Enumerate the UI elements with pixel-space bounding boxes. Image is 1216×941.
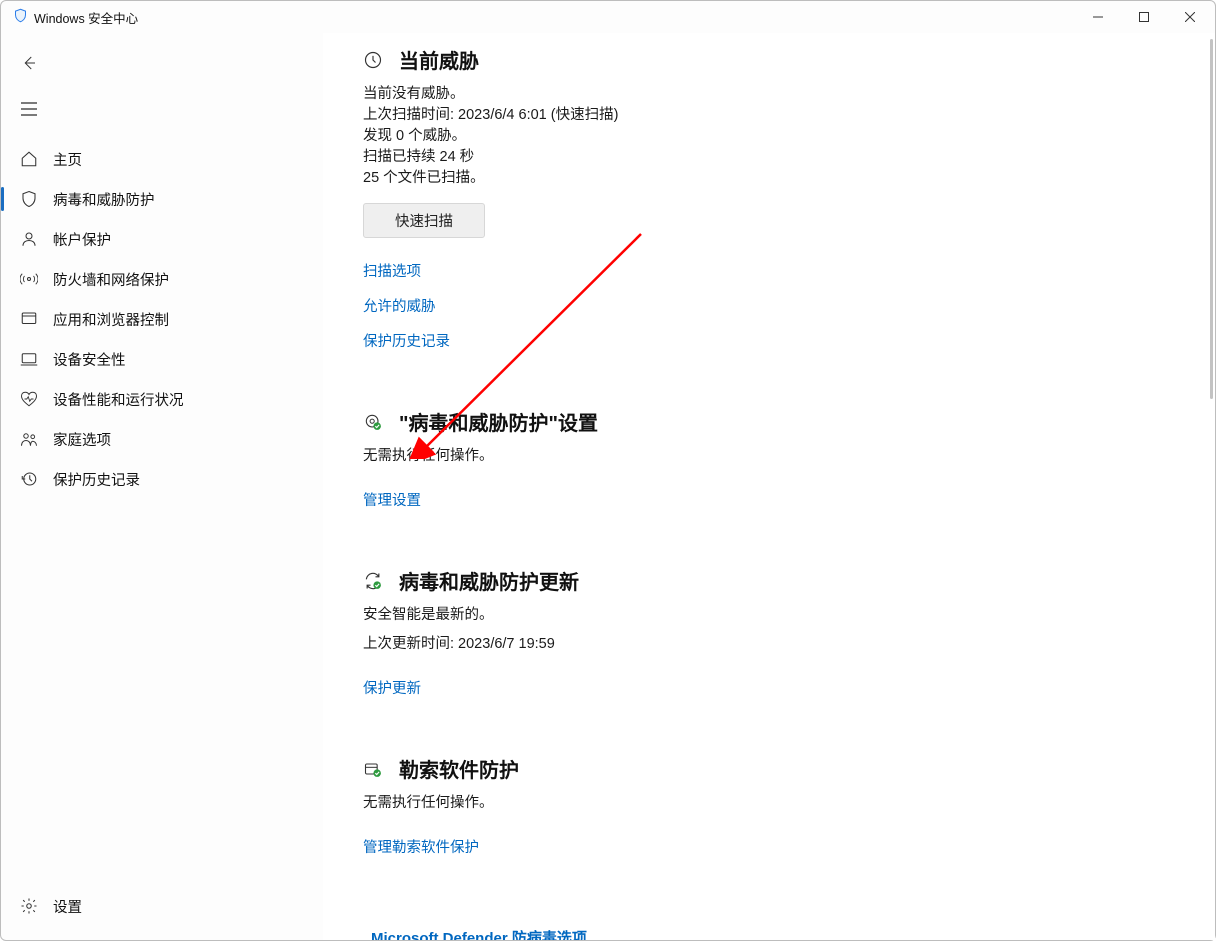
settings-body: 无需执行任何操作。 — [363, 446, 1175, 467]
threats-line: 上次扫描时间: 2023/6/4 6:01 (快速扫描) — [363, 105, 1175, 126]
nav-label: 应用和浏览器控制 — [53, 309, 169, 330]
section-title: "病毒和威胁防护"设置 — [399, 407, 598, 436]
updates-icon — [363, 571, 383, 591]
quick-scan-button[interactable]: 快速扫描 — [363, 203, 485, 238]
section-ransomware: 勒索软件防护 无需执行任何操作。 管理勒索软件保护 — [363, 754, 1175, 857]
updates-body: 安全智能是最新的。 — [363, 605, 1175, 626]
link-manage-ransomware[interactable]: 管理勒索软件保护 — [363, 836, 1175, 857]
shield-icon — [19, 189, 39, 209]
minimize-button[interactable] — [1075, 1, 1121, 33]
section-protection-settings: "病毒和威胁防护"设置 无需执行任何操作。 管理设置 — [363, 407, 1175, 510]
link-defender-options[interactable]: Microsoft Defender 防病毒选项 — [371, 930, 587, 940]
nav-list: 主页 病毒和威胁防护 帐户保护 — [1, 139, 323, 499]
section-title: 当前威胁 — [399, 45, 479, 74]
back-button[interactable] — [7, 45, 51, 81]
nav-label: 设备性能和运行状况 — [53, 389, 184, 410]
threats-line: 当前没有威胁。 — [363, 84, 1175, 105]
sidebar: 主页 病毒和威胁防护 帐户保护 — [1, 33, 323, 940]
heart-icon — [19, 389, 39, 409]
nav-item-settings[interactable]: 设置 — [1, 886, 323, 926]
nav-item-history[interactable]: 保护历史记录 — [1, 459, 323, 499]
threats-line: 发现 0 个威胁。 — [363, 126, 1175, 147]
nav-label: 防火墙和网络保护 — [53, 269, 169, 290]
maximize-button[interactable] — [1121, 1, 1167, 33]
nav-item-health[interactable]: 设备性能和运行状况 — [1, 379, 323, 419]
nav-item-virus[interactable]: 病毒和威胁防护 — [1, 179, 323, 219]
nav-item-home[interactable]: 主页 — [1, 139, 323, 179]
window-title: Windows 安全中心 — [34, 8, 138, 27]
button-label: 快速扫描 — [395, 210, 453, 231]
app-window: Windows 安全中心 — [0, 0, 1216, 941]
nav-menu-button[interactable] — [7, 91, 51, 127]
link-allowed-threats[interactable]: 允许的威胁 — [363, 295, 1175, 316]
link-protection-updates[interactable]: 保护更新 — [363, 677, 1175, 698]
link-manage-settings[interactable]: 管理设置 — [363, 489, 1175, 510]
link-protection-history[interactable]: 保护历史记录 — [363, 330, 1175, 351]
section-updates: 病毒和威胁防护更新 安全智能是最新的。 上次更新时间: 2023/6/7 19:… — [363, 566, 1175, 698]
settings-section-icon — [363, 412, 383, 432]
nav-label: 设置 — [53, 896, 82, 917]
title-bar: Windows 安全中心 — [1, 1, 1215, 33]
section-current-threats: 当前威胁 当前没有威胁。 上次扫描时间: 2023/6/4 6:01 (快速扫描… — [363, 45, 1175, 351]
ransomware-icon — [363, 759, 383, 779]
app-icon — [13, 8, 28, 26]
ransomware-body: 无需执行任何操作。 — [363, 793, 1175, 814]
nav-item-firewall[interactable]: 防火墙和网络保护 — [1, 259, 323, 299]
nav-item-account[interactable]: 帐户保护 — [1, 219, 323, 259]
home-icon — [19, 149, 39, 169]
network-icon — [19, 269, 39, 289]
nav-label: 帐户保护 — [53, 229, 111, 250]
section-title: 病毒和威胁防护更新 — [399, 566, 579, 595]
updates-body: 上次更新时间: 2023/6/7 19:59 — [363, 634, 1175, 655]
close-button[interactable] — [1167, 1, 1213, 33]
nav-item-device-security[interactable]: 设备安全性 — [1, 339, 323, 379]
nav-label: 保护历史记录 — [53, 469, 140, 490]
nav-label: 病毒和威胁防护 — [53, 189, 155, 210]
main-content: 当前威胁 当前没有威胁。 上次扫描时间: 2023/6/4 6:01 (快速扫描… — [323, 33, 1215, 940]
scrollbar[interactable] — [1210, 39, 1213, 399]
nav-item-family[interactable]: 家庭选项 — [1, 419, 323, 459]
nav-label: 主页 — [53, 149, 82, 170]
threats-line: 扫描已持续 24 秒 — [363, 147, 1175, 168]
link-scan-options[interactable]: 扫描选项 — [363, 260, 1175, 281]
nav-item-app-browser[interactable]: 应用和浏览器控制 — [1, 299, 323, 339]
section-title: 勒索软件防护 — [399, 754, 519, 783]
nav-label: 家庭选项 — [53, 429, 111, 450]
person-icon — [19, 229, 39, 249]
gear-icon — [19, 896, 39, 916]
family-icon — [19, 429, 39, 449]
device-icon — [19, 349, 39, 369]
nav-label: 设备安全性 — [53, 349, 126, 370]
app-icon — [19, 309, 39, 329]
threats-icon — [363, 50, 383, 70]
threats-line: 25 个文件已扫描。 — [363, 168, 1175, 189]
history-icon — [19, 469, 39, 489]
